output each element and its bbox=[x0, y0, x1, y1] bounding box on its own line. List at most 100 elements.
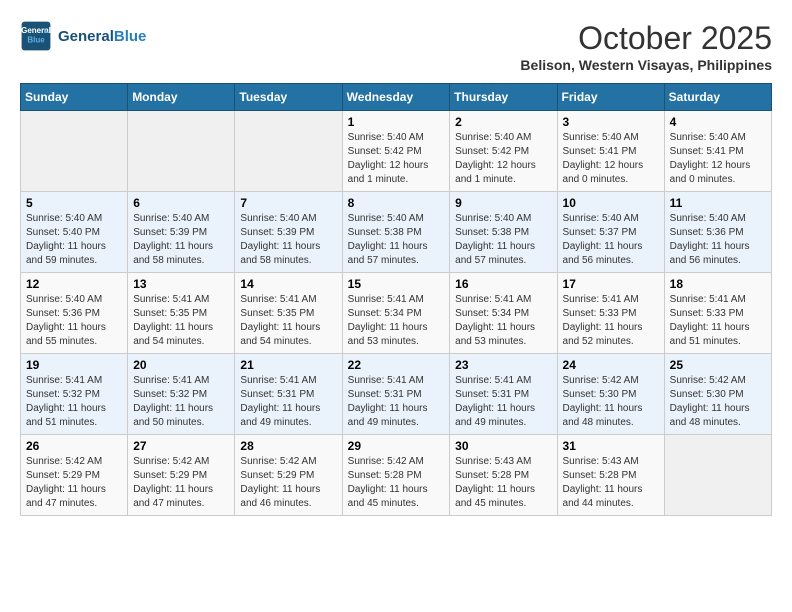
calendar-cell bbox=[235, 111, 342, 192]
weekday-header: Wednesday bbox=[342, 84, 450, 111]
svg-text:Blue: Blue bbox=[27, 35, 45, 44]
svg-text:General: General bbox=[21, 26, 51, 35]
day-info: Sunrise: 5:40 AM Sunset: 5:41 PM Dayligh… bbox=[670, 131, 766, 187]
day-number: 24 bbox=[563, 358, 659, 372]
day-number: 5 bbox=[26, 196, 122, 210]
day-info: Sunrise: 5:40 AM Sunset: 5:42 PM Dayligh… bbox=[455, 131, 551, 187]
day-number: 30 bbox=[455, 439, 551, 453]
day-info: Sunrise: 5:41 AM Sunset: 5:34 PM Dayligh… bbox=[348, 293, 445, 349]
day-number: 12 bbox=[26, 277, 122, 291]
day-number: 4 bbox=[670, 115, 766, 129]
calendar-cell: 21 Sunrise: 5:41 AM Sunset: 5:31 PM Dayli… bbox=[235, 354, 342, 435]
day-number: 29 bbox=[348, 439, 445, 453]
calendar-cell: 7 Sunrise: 5:40 AM Sunset: 5:39 PM Daylig… bbox=[235, 192, 342, 273]
day-info: Sunrise: 5:41 AM Sunset: 5:31 PM Dayligh… bbox=[348, 374, 445, 430]
day-info: Sunrise: 5:41 AM Sunset: 5:32 PM Dayligh… bbox=[26, 374, 122, 430]
calendar-cell: 28 Sunrise: 5:42 AM Sunset: 5:29 PM Dayli… bbox=[235, 435, 342, 516]
calendar-cell: 29 Sunrise: 5:42 AM Sunset: 5:28 PM Dayli… bbox=[342, 435, 450, 516]
calendar-cell: 18 Sunrise: 5:41 AM Sunset: 5:33 PM Dayli… bbox=[664, 273, 771, 354]
weekday-header: Monday bbox=[128, 84, 235, 111]
day-info: Sunrise: 5:41 AM Sunset: 5:31 PM Dayligh… bbox=[240, 374, 336, 430]
calendar-cell: 31 Sunrise: 5:43 AM Sunset: 5:28 PM Dayli… bbox=[557, 435, 664, 516]
day-number: 23 bbox=[455, 358, 551, 372]
weekday-header: Thursday bbox=[450, 84, 557, 111]
calendar-cell: 5 Sunrise: 5:40 AM Sunset: 5:40 PM Daylig… bbox=[21, 192, 128, 273]
day-info: Sunrise: 5:40 AM Sunset: 5:39 PM Dayligh… bbox=[133, 212, 229, 268]
month-title: October 2025 bbox=[520, 20, 772, 57]
location-title: Belison, Western Visayas, Philippines bbox=[520, 57, 772, 73]
calendar-week-row: 19 Sunrise: 5:41 AM Sunset: 5:32 PM Dayli… bbox=[21, 354, 772, 435]
day-info: Sunrise: 5:40 AM Sunset: 5:38 PM Dayligh… bbox=[455, 212, 551, 268]
logo: General Blue GeneralBlue bbox=[20, 20, 146, 52]
calendar-cell: 6 Sunrise: 5:40 AM Sunset: 5:39 PM Daylig… bbox=[128, 192, 235, 273]
calendar-cell: 25 Sunrise: 5:42 AM Sunset: 5:30 PM Dayli… bbox=[664, 354, 771, 435]
day-number: 13 bbox=[133, 277, 229, 291]
day-number: 2 bbox=[455, 115, 551, 129]
day-number: 31 bbox=[563, 439, 659, 453]
day-info: Sunrise: 5:42 AM Sunset: 5:29 PM Dayligh… bbox=[133, 455, 229, 511]
calendar-week-row: 1 Sunrise: 5:40 AM Sunset: 5:42 PM Daylig… bbox=[21, 111, 772, 192]
day-number: 1 bbox=[348, 115, 445, 129]
day-info: Sunrise: 5:42 AM Sunset: 5:30 PM Dayligh… bbox=[563, 374, 659, 430]
day-number: 14 bbox=[240, 277, 336, 291]
day-number: 18 bbox=[670, 277, 766, 291]
day-info: Sunrise: 5:42 AM Sunset: 5:28 PM Dayligh… bbox=[348, 455, 445, 511]
weekday-header: Sunday bbox=[21, 84, 128, 111]
day-number: 19 bbox=[26, 358, 122, 372]
calendar-cell bbox=[664, 435, 771, 516]
day-info: Sunrise: 5:41 AM Sunset: 5:35 PM Dayligh… bbox=[133, 293, 229, 349]
day-number: 17 bbox=[563, 277, 659, 291]
calendar-cell: 14Sunrise: 5:41 AM Sunset: 5:35 PM Dayli… bbox=[235, 273, 342, 354]
calendar-cell: 3 Sunrise: 5:40 AM Sunset: 5:41 PM Daylig… bbox=[557, 111, 664, 192]
calendar-cell: 15 Sunrise: 5:41 AM Sunset: 5:34 PM Dayli… bbox=[342, 273, 450, 354]
page-header: General Blue GeneralBlue October 2025 Be… bbox=[20, 20, 772, 73]
day-info: Sunrise: 5:42 AM Sunset: 5:30 PM Dayligh… bbox=[670, 374, 766, 430]
day-number: 6 bbox=[133, 196, 229, 210]
calendar-cell: 12Sunrise: 5:40 AM Sunset: 5:36 PM Dayli… bbox=[21, 273, 128, 354]
day-info: Sunrise: 5:41 AM Sunset: 5:32 PM Dayligh… bbox=[133, 374, 229, 430]
weekday-header: Friday bbox=[557, 84, 664, 111]
calendar-cell: 30 Sunrise: 5:43 AM Sunset: 5:28 PM Dayli… bbox=[450, 435, 557, 516]
day-info: Sunrise: 5:41 AM Sunset: 5:33 PM Dayligh… bbox=[670, 293, 766, 349]
day-info: Sunrise: 5:43 AM Sunset: 5:28 PM Dayligh… bbox=[563, 455, 659, 511]
calendar-table: SundayMondayTuesdayWednesdayThursdayFrid… bbox=[20, 83, 772, 516]
day-number: 27 bbox=[133, 439, 229, 453]
calendar-week-row: 26 Sunrise: 5:42 AM Sunset: 5:29 PM Dayli… bbox=[21, 435, 772, 516]
day-info: Sunrise: 5:40 AM Sunset: 5:41 PM Dayligh… bbox=[563, 131, 659, 187]
calendar-cell: 27 Sunrise: 5:42 AM Sunset: 5:29 PM Dayli… bbox=[128, 435, 235, 516]
day-info: Sunrise: 5:43 AM Sunset: 5:28 PM Dayligh… bbox=[455, 455, 551, 511]
day-number: 20 bbox=[133, 358, 229, 372]
day-info: Sunrise: 5:40 AM Sunset: 5:39 PM Dayligh… bbox=[240, 212, 336, 268]
calendar-cell: 19 Sunrise: 5:41 AM Sunset: 5:32 PM Dayli… bbox=[21, 354, 128, 435]
day-number: 21 bbox=[240, 358, 336, 372]
day-info: Sunrise: 5:40 AM Sunset: 5:42 PM Dayligh… bbox=[348, 131, 445, 187]
calendar-cell: 1 Sunrise: 5:40 AM Sunset: 5:42 PM Daylig… bbox=[342, 111, 450, 192]
day-number: 22 bbox=[348, 358, 445, 372]
calendar-week-row: 12Sunrise: 5:40 AM Sunset: 5:36 PM Dayli… bbox=[21, 273, 772, 354]
day-number: 3 bbox=[563, 115, 659, 129]
calendar-cell: 20 Sunrise: 5:41 AM Sunset: 5:32 PM Dayli… bbox=[128, 354, 235, 435]
calendar-cell: 16Sunrise: 5:41 AM Sunset: 5:34 PM Dayli… bbox=[450, 273, 557, 354]
day-number: 28 bbox=[240, 439, 336, 453]
title-area: October 2025 Belison, Western Visayas, P… bbox=[520, 20, 772, 73]
day-info: Sunrise: 5:40 AM Sunset: 5:36 PM Dayligh… bbox=[670, 212, 766, 268]
day-number: 26 bbox=[26, 439, 122, 453]
day-info: Sunrise: 5:42 AM Sunset: 5:29 PM Dayligh… bbox=[26, 455, 122, 511]
calendar-cell: 2 Sunrise: 5:40 AM Sunset: 5:42 PM Daylig… bbox=[450, 111, 557, 192]
day-info: Sunrise: 5:40 AM Sunset: 5:40 PM Dayligh… bbox=[26, 212, 122, 268]
calendar-cell: 17Sunrise: 5:41 AM Sunset: 5:33 PM Dayli… bbox=[557, 273, 664, 354]
day-number: 16 bbox=[455, 277, 551, 291]
day-info: Sunrise: 5:42 AM Sunset: 5:29 PM Dayligh… bbox=[240, 455, 336, 511]
logo-text: GeneralBlue bbox=[58, 28, 146, 45]
day-number: 10 bbox=[563, 196, 659, 210]
calendar-cell: 9Sunrise: 5:40 AM Sunset: 5:38 PM Daylig… bbox=[450, 192, 557, 273]
calendar-cell: 4 Sunrise: 5:40 AM Sunset: 5:41 PM Daylig… bbox=[664, 111, 771, 192]
day-number: 15 bbox=[348, 277, 445, 291]
calendar-cell: 10Sunrise: 5:40 AM Sunset: 5:37 PM Dayli… bbox=[557, 192, 664, 273]
calendar-cell bbox=[21, 111, 128, 192]
day-number: 11 bbox=[670, 196, 766, 210]
day-number: 25 bbox=[670, 358, 766, 372]
calendar-week-row: 5 Sunrise: 5:40 AM Sunset: 5:40 PM Daylig… bbox=[21, 192, 772, 273]
weekday-header: Saturday bbox=[664, 84, 771, 111]
day-number: 7 bbox=[240, 196, 336, 210]
